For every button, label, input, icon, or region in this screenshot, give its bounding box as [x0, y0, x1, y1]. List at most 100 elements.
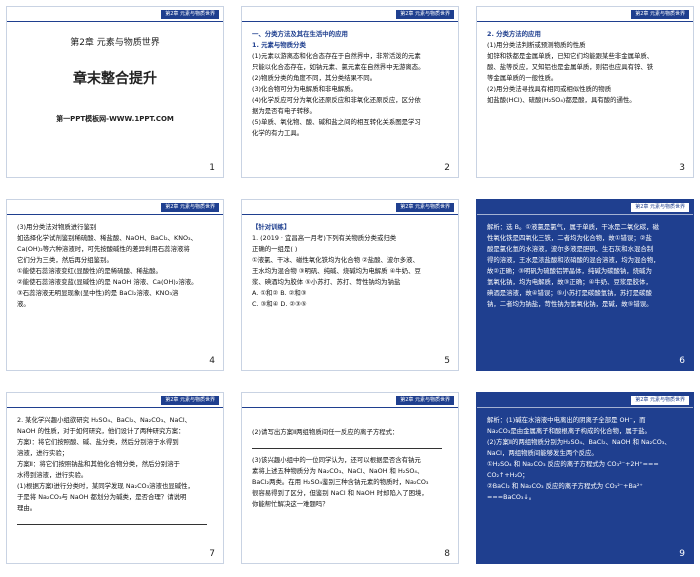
slide-number: 9 [679, 549, 685, 559]
text-line: NaOH 的性质，对于如何研究，他们设计了两种研究方案： [17, 427, 185, 435]
header-divider [242, 407, 458, 408]
text-line: 如盐酸(HCl)、硫酸(H₂SO₄)都是酸，具有酸的通性。 [487, 96, 636, 104]
text-line: 2. 某化学兴趣小组欲研究 H₂SO₄、BaCl₂、Na₂CO₃、NaCl、 [17, 416, 191, 424]
slide-number: 6 [679, 356, 685, 366]
answer-blank [17, 514, 207, 525]
slide-header-label: 第2章 元素与物质世界 [161, 203, 219, 212]
header-divider [242, 214, 458, 215]
slide-number: 4 [209, 356, 215, 366]
text-line: CO₂↑+H₂O； [487, 471, 529, 479]
question-text: ①液氯、干冰、磁性氧化铁均为化合物 ②盐酸、波尔多液、 [252, 256, 419, 264]
slide-header-label: 第2章 元素与物质世界 [161, 10, 219, 19]
text-line: 只能以化合态存在，如钠元素、氯元素在自然界中无游离态。 [252, 63, 425, 71]
slide-5[interactable]: 第2章 元素与物质世界 【针对训练】 1. (2019 · 宜昌高一月考)下列有… [241, 199, 459, 371]
slide-header-label: 第2章 元素与物质世界 [396, 203, 454, 212]
slide-body: (2)请写出方案Ⅱ两组物质间任一反应的离子方程式： (3)该兴趣小组中的一位同学… [252, 427, 448, 510]
text-line: (5)单质、氧化物、酸、碱和盐之间的相互转化关系图是学习 [252, 118, 421, 126]
question-text: 1. (2019 · 宜昌高一月考)下列有关物质分类或归类 [252, 234, 397, 242]
subsection-heading: 2. 分类方法的应用 [487, 30, 541, 38]
text-line: 素将上述五种物质分为 Na₂CO₃、NaCl、NaOH 和 H₂SO₄、 [252, 467, 424, 475]
text-line: ①H₂SO₄ 和 Na₂CO₃ 反应的离子方程式为 CO₃²⁻+2H⁺=== [487, 460, 659, 468]
text-line: ③石蕊溶液无明显现象(显中性)的是 BaCl₂溶液、KNO₃溶 [17, 289, 179, 297]
text-line: 碘酒是溶液，故④错误；⑤小苏打是碳酸氢钠，苏打是碳酸 [487, 289, 652, 297]
header-divider [7, 214, 223, 215]
subsection-heading: 1. 元素与物质分类 [252, 41, 306, 49]
question-text: 王水均为混合物 ③明矾、纯碱、烧碱均为电解质 ④牛奶、豆 [252, 267, 421, 275]
text-line: BaCl₂两类。在用 H₂SO₄鉴别三种含钠元素的物质时，Na₂CO₃ [252, 478, 429, 486]
slide-1[interactable]: 第2章 元素与物质世界 第2章 元素与物质世界 章末整合提升 第一PPT模板网-… [6, 6, 224, 178]
text-line: Na₂CO₃是由金属离子和酸根离子构成的化合物，属于盐。 [487, 427, 651, 435]
slide-header-label: 第2章 元素与物质世界 [631, 396, 689, 405]
text-line: (3)该兴趣小组中的一位同学认为，还可以根据是否含有钠元 [252, 456, 421, 464]
slide-number: 7 [209, 549, 215, 559]
header-divider [242, 21, 458, 22]
slide-header-label: 第2章 元素与物质世界 [396, 396, 454, 405]
text-line: 如选择化学试剂鉴别稀硫酸、稀盐酸、NaOH、BaCl₂、KNO₃、 [17, 234, 198, 242]
practice-heading: 【针对训练】 [252, 223, 291, 231]
text-line: 酸、盐等反应，又知铝也是金属单质，则铝也应具有锌、铁 [487, 63, 654, 71]
slide-4[interactable]: 第2章 元素与物质世界 (3)用分类法对物质进行鉴别 如选择化学试剂鉴别稀硫酸、… [6, 199, 224, 371]
text-line: (1)元素以游离态和化合态存在于自然界中，非常活泼的元素 [252, 52, 421, 60]
text-line: 解析：(1)碱在水溶液中电离出的阴离子全部是 OH⁻，而 [487, 416, 646, 424]
text-line: 理由。 [17, 504, 37, 512]
header-divider [7, 407, 223, 408]
slide-body: 2. 分类方法的应用 (1)用分类法判断或预测物质的性质 如锌和铁都是金属单质，… [487, 29, 683, 106]
text-line: 化学的有力工具。 [252, 129, 304, 137]
slide-header-label: 第2章 元素与物质世界 [161, 396, 219, 405]
text-line: (2)请写出方案Ⅱ两组物质间任一反应的离子方程式： [252, 428, 399, 436]
text-line: 很容易得到了区分，但鉴别 NaCl 和 NaOH 时却陷入了困境， [252, 489, 428, 497]
text-line: 溶液，进行实验； [17, 449, 69, 457]
text-line: (4)化学反应可分为氧化还原反应和非氧化还原反应，区分依 [252, 96, 421, 104]
text-line: 它们分为三类，然后再分组鉴别。 [17, 256, 113, 264]
slide-body: 【针对训练】 1. (2019 · 宜昌高一月考)下列有关物质分类或归类 正确的… [252, 222, 448, 310]
text-line: (2)方案Ⅱ的两组物质分别为H₂SO₄、BaCl₂、NaOH 和 Na₂CO₃、 [487, 438, 671, 446]
header-divider [7, 21, 223, 22]
slide-body: 解析：(1)碱在水溶液中电离出的阴离子全部是 OH⁻，而 Na₂CO₃是由金属离… [487, 415, 683, 503]
slide-body: 解析：选 B。①液氯是氯气，属于单质，干冰是二氧化碳，磁 性氧化铁是四氧化三铁，… [487, 222, 683, 310]
header-divider [477, 214, 693, 215]
text-line: 得的溶液，王水是浓盐酸和浓硝酸的混合溶液，均为混合物， [487, 256, 660, 264]
text-line: 你能帮忙解决这一难题吗？ [252, 500, 329, 508]
slide-9[interactable]: 第2章 元素与物质世界 解析：(1)碱在水溶液中电离出的阴离子全部是 OH⁻，而… [476, 392, 694, 564]
text-line: 性氧化铁是四氧化三铁，二者均为化合物，故①错误；②盐 [487, 234, 652, 242]
slide-7[interactable]: 第2章 元素与物质世界 2. 某化学兴趣小组欲研究 H₂SO₄、BaCl₂、Na… [6, 392, 224, 564]
brand-text: 第一PPT模板网-WWW.1PPT.COM [56, 115, 174, 123]
text-line: (3)用分类法对物质进行鉴别 [17, 223, 97, 231]
text-line: 方案Ⅱ：将它们按照钠盐和其他化合物分类，然后分别溶于 [17, 460, 180, 468]
text-line: ②BaCl₂ 和 Na₂CO₃ 反应的离子方程式为 CO₃²⁻+Ba²⁺ [487, 482, 643, 490]
slide-8[interactable]: 第2章 元素与物质世界 (2)请写出方案Ⅱ两组物质间任一反应的离子方程式： (3… [241, 392, 459, 564]
question-text: 浆、碘酒均为胶体 ⑤小苏打、苏打、苛性钠均为钠盐 [252, 278, 401, 286]
text-line: 水得到溶液，进行实验。 [17, 471, 88, 479]
text-line: (1)用分类法判断或预测物质的性质 [487, 41, 586, 49]
slide-number: 2 [444, 163, 450, 173]
text-line: ②能使石蕊溶液变蓝(显碱性)的是 NaOH 溶液、Ca(OH)₂溶液。 [17, 278, 198, 286]
slide-header-label: 第2章 元素与物质世界 [631, 10, 689, 19]
slide-header-label: 第2章 元素与物质世界 [396, 10, 454, 19]
slide-3[interactable]: 第2章 元素与物质世界 2. 分类方法的应用 (1)用分类法判断或预测物质的性质… [476, 6, 694, 178]
text-line: 氢氧化钠，均为电解质，故③正确；④牛奶、豆浆是胶体， [487, 278, 652, 286]
header-divider [477, 21, 693, 22]
text-line: 酸是氯化氢的水溶液，波尔多液是胆矾、生石灰和水混合制 [487, 245, 654, 253]
answer-options: C. ③和④ D. ②③⑤ [252, 300, 307, 308]
text-line: ①能使石蕊溶液变红(显酸性)的是稀硫酸、稀盐酸。 [17, 267, 162, 275]
text-line: 方案Ⅰ：将它们按照酸、碱、盐分类，然后分别溶于水得到 [17, 438, 179, 446]
slide-body: (3)用分类法对物质进行鉴别 如选择化学试剂鉴别稀硫酸、稀盐酸、NaOH、BaC… [17, 222, 213, 310]
text-line: 于是将 Na₂CO₃与 NaOH 都划分为碱类，是否合理？请说明 [17, 493, 187, 501]
slide-body: 2. 某化学兴趣小组欲研究 H₂SO₄、BaCl₂、Na₂CO₃、NaCl、 N… [17, 415, 213, 525]
slide-number: 3 [679, 163, 685, 173]
header-divider [477, 407, 693, 408]
text-line: (1)根据方案Ⅰ进行分类时，某同学发现 Na₂CO₃溶液也显碱性， [17, 482, 194, 490]
slide-6[interactable]: 第2章 元素与物质世界 解析：选 B。①液氯是氯气，属于单质，干冰是二氧化碳，磁… [476, 199, 694, 371]
slide-body: 一、分类方法及其在生活中的应用 1. 元素与物质分类 (1)元素以游离态和化合态… [252, 29, 448, 139]
text-line: NaCl，两组物质间能够发生两个反应。 [487, 449, 598, 457]
answer-blank [252, 438, 442, 449]
text-line: Ca(OH)₂等六种溶液时，可先按酸碱性的差异利用石蕊溶液将 [17, 245, 190, 253]
text-line: 如锌和铁都是金属单质，已知它们均能跟某些非金属单质、 [487, 52, 654, 60]
slide-title: 章末整合提升 [73, 71, 157, 87]
text-line: 解析：选 B。①液氯是氯气，属于单质，干冰是二氧化碳，磁 [487, 223, 659, 231]
slide-2[interactable]: 第2章 元素与物质世界 一、分类方法及其在生活中的应用 1. 元素与物质分类 (… [241, 6, 459, 178]
slide-header-label: 第2章 元素与物质世界 [631, 203, 689, 212]
text-line: (2)物质分类的角度不同，其分类结果不同。 [252, 74, 377, 82]
text-line: 据为是否有电子转移。 [252, 107, 316, 115]
slide-number: 5 [444, 356, 450, 366]
